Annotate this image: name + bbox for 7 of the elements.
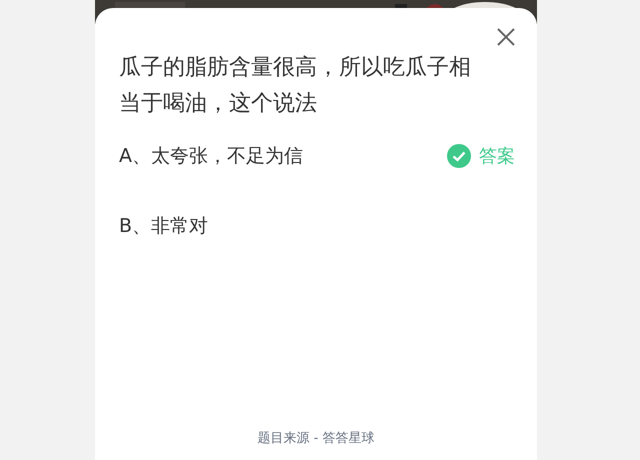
answer-label: 答案 <box>479 144 515 168</box>
source-text: 题目来源 - 答答星球 <box>258 430 374 448</box>
close-icon[interactable] <box>495 26 517 48</box>
check-icon <box>447 144 471 168</box>
answer-option[interactable]: B、非常对 <box>119 212 208 240</box>
answer-option[interactable]: A、太夸张，不足为信 <box>119 142 303 170</box>
question-text: 瓜子的脂肪含量很高，所以吃瓜子相当于喝油，这个说法 <box>119 54 472 118</box>
